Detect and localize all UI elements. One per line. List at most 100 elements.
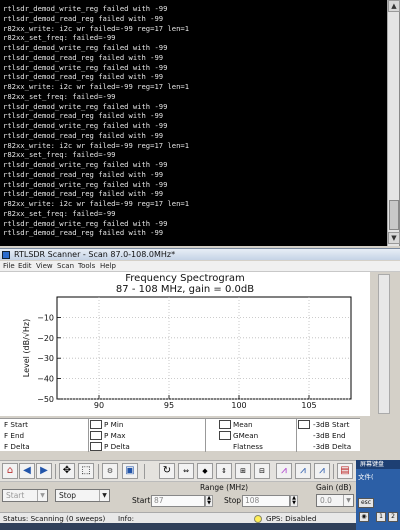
y-zoom-icon[interactable]: ⇕ [216, 463, 232, 479]
start-freq-input[interactable]: 87 [151, 495, 205, 507]
db3-checkbox[interactable] [298, 420, 310, 429]
chevron-down-icon: ▼ [99, 490, 109, 501]
peak-icon[interactable]: ⩘ [276, 463, 292, 479]
console-line: r82xx_write: i2c wr failed=-99 reg=17 le… [3, 82, 190, 91]
plot-area [56, 296, 352, 400]
on-screen-keyboard: 屏幕键盘 文件( esc ◉ 1 2 [356, 460, 400, 530]
plot-subtitle: 87 - 108 MHz, gain = 0.0dB [115, 284, 255, 295]
menu-view[interactable]: View [36, 261, 53, 272]
average-icon[interactable]: ⩘ [314, 463, 330, 479]
plot-scrollbar[interactable] [378, 274, 390, 414]
forward-icon[interactable]: ▶ [36, 463, 52, 479]
console-scrollbar[interactable]: ▲ ▼ [387, 0, 400, 246]
console-line: rtlsdr_demod_read_reg failed with -99 [3, 189, 164, 199]
menu-tools[interactable]: Tools [78, 261, 95, 272]
pan-icon[interactable]: ✥ [59, 463, 75, 479]
console-line: rtlsdr_demod_write_reg failed with -99 [3, 218, 168, 228]
flatness-label: Flatness [233, 442, 263, 451]
start-freq-label: Start [132, 496, 151, 505]
menu-file[interactable]: File [3, 261, 15, 272]
scroll-down-icon[interactable]: ▼ [388, 232, 400, 244]
axis-icon[interactable]: ⊟ [254, 463, 270, 479]
console-line: rtlsdr_demod_write_reg failed with -99 [3, 121, 168, 130]
y-tick-label: −20 [37, 334, 54, 343]
stop-button-label: Stop [59, 491, 77, 500]
start-freq-spinner[interactable]: ▲ ▼ [205, 495, 213, 507]
zoom-icon[interactable]: ⬚ [78, 463, 94, 479]
measurement-table: F Start F End F Delta P Min P Max P Delt… [0, 418, 360, 452]
menu-edit[interactable]: Edit [18, 261, 32, 272]
menu-scan[interactable]: Scan [57, 261, 74, 272]
gps-status-icon [254, 515, 262, 523]
f-end-label: F End [4, 431, 25, 440]
toolbar-separator [98, 464, 99, 479]
divider [88, 419, 89, 452]
db3-start-label: -3dB Start [313, 420, 350, 429]
globe-icon[interactable]: ◉ [359, 512, 369, 522]
level-icon[interactable]: ⩘ [295, 463, 311, 479]
x-tick-label: 95 [164, 401, 174, 410]
menu-help[interactable]: Help [100, 261, 116, 272]
x-tick-label: 90 [94, 401, 104, 410]
console-line: rtlsdr_demod_read_reg failed with -99 [3, 52, 164, 62]
console-line: rtlsdr_demod_write_reg failed with -99 [3, 43, 168, 52]
taskbar [0, 523, 400, 530]
stop-freq-input[interactable]: 108 [242, 495, 290, 507]
home-icon[interactable]: ⌂ [2, 463, 18, 479]
p-max-label: P Max [104, 431, 126, 440]
stop-button[interactable]: Stop ▼ [55, 489, 110, 502]
gmean-label: GMean [233, 431, 259, 440]
back-icon[interactable]: ◀ [19, 463, 35, 479]
config-icon[interactable]: ⚙ [102, 463, 118, 479]
start-button[interactable]: Start ▼ [2, 489, 48, 502]
console-line: rtlsdr_demod_write_reg failed with -99 [3, 4, 168, 13]
plot-side-panel [370, 272, 400, 420]
p-max-checkbox[interactable] [90, 431, 102, 440]
key-1[interactable]: 1 [376, 512, 386, 522]
y-tick-label: −10 [37, 313, 54, 322]
console-line: rtlsdr_demod_read_reg failed with -99 [3, 13, 164, 23]
p-delta-label: P Delta [104, 442, 130, 451]
gmean-checkbox[interactable] [219, 431, 231, 440]
toolbar-separator [144, 464, 145, 479]
grid-icon[interactable]: ⊞ [235, 463, 251, 479]
toolbar-separator [55, 464, 56, 479]
p-delta-checkbox[interactable] [90, 442, 102, 451]
window-title: RTLSDR Scanner - Scan 87.0-108.0MHz* [14, 250, 176, 259]
p-min-label: P Min [104, 420, 124, 429]
x-zoom-icon[interactable]: ⇔ [178, 463, 194, 479]
p-min-checkbox[interactable] [90, 420, 102, 429]
stop-freq-label: Stop [224, 496, 242, 505]
y-tick-label: −50 [37, 395, 54, 404]
tools-icon[interactable]: ▤ [337, 463, 353, 479]
f-delta-label: F Delta [4, 442, 30, 451]
gain-select[interactable]: 0.0 ▼ [316, 494, 354, 507]
console-line: rtlsdr_demod_write_reg failed with -99 [3, 62, 168, 72]
console-line: rtlsdr_demod_write_reg failed with -99 [3, 101, 168, 111]
save-icon[interactable]: ▣ [122, 463, 138, 479]
x-tick-label: 100 [231, 401, 246, 410]
y-tick-label: −30 [37, 354, 54, 363]
console-line: rtlsdr_demod_read_reg failed with -99 [3, 228, 164, 238]
console-line: r82xx_write: i2c wr failed=-99 reg=17 le… [3, 140, 190, 150]
console-window: rtlsdr_demod_write_reg failed with -99 rt… [0, 0, 400, 246]
console-line: rtlsdr_demod_read_reg failed with -99 [3, 130, 164, 140]
console-line: rtlsdr_demod_read_reg failed with -99 [3, 169, 164, 179]
db3-end-label: -3dB End [313, 431, 346, 440]
key-2[interactable]: 2 [388, 512, 398, 522]
y-tick-label: −40 [37, 375, 54, 384]
keyboard-title[interactable]: 屏幕键盘 [356, 460, 400, 469]
fit-icon[interactable]: ◆ [197, 463, 213, 479]
mean-checkbox[interactable] [219, 420, 231, 429]
divider [205, 419, 206, 452]
stop-freq-spinner[interactable]: ▲ ▼ [290, 495, 298, 507]
esc-key[interactable]: esc [358, 498, 374, 508]
scroll-thumb[interactable] [389, 200, 399, 230]
scroll-up-icon[interactable]: ▲ [388, 0, 400, 12]
console-line: r82xx_write: i2c wr failed=-99 reg=17 le… [3, 199, 190, 208]
refresh-icon[interactable]: ↻ [159, 463, 175, 479]
plot-title: Frequency Spectrogram [125, 273, 245, 284]
window-titlebar[interactable]: RTLSDR Scanner - Scan 87.0-108.0MHz* [0, 248, 400, 260]
start-button-label: Start [6, 491, 25, 500]
navigation-toolbar: ⌂ ◀ ▶ ✥ ⬚ ⚙ ▣ ↻ ⇔ ◆ ⇕ ⊞ ⊟ ⩘ ⩘ ⩘ ▤ [0, 460, 356, 482]
